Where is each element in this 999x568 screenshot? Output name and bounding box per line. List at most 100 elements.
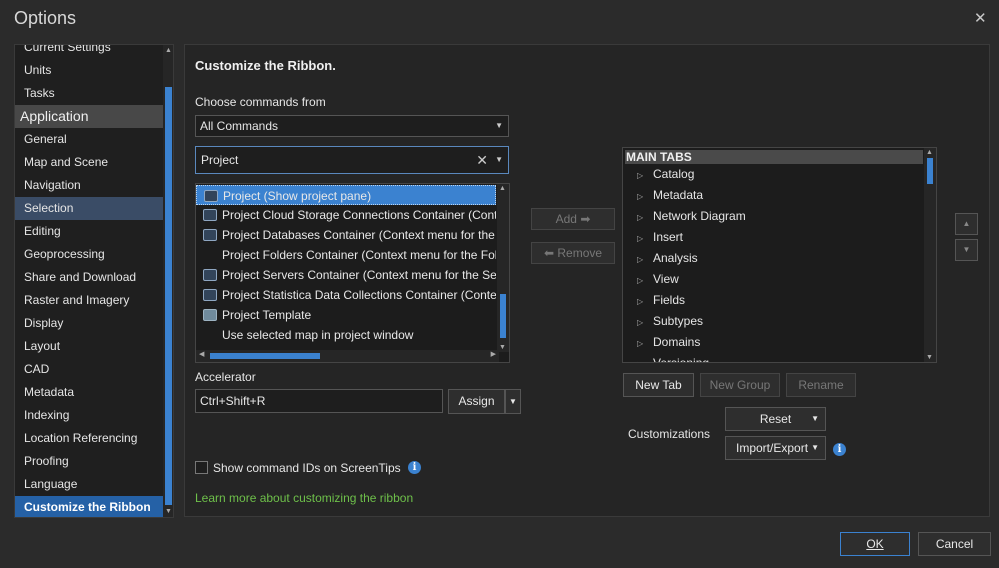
- cancel-button[interactable]: Cancel: [918, 532, 991, 556]
- scroll-up-icon[interactable]: ▲: [926, 149, 933, 156]
- tab-tree-item[interactable]: ▷ Catalog: [637, 164, 694, 185]
- move-up-button[interactable]: ▲: [955, 213, 978, 235]
- blank-icon: [203, 329, 217, 341]
- learn-more-link[interactable]: Learn more about customizing the ribbon: [195, 491, 413, 505]
- add-button[interactable]: Add ➡: [531, 208, 615, 230]
- tab-tree-item[interactable]: ▷ Analysis: [637, 248, 698, 269]
- rename-button[interactable]: Rename: [786, 373, 856, 397]
- expand-arrow-icon[interactable]: ▷: [637, 186, 653, 207]
- commands-vertical-scrollbar[interactable]: ▲ ▼: [497, 184, 509, 352]
- nav-item[interactable]: Share and Download: [15, 266, 163, 289]
- nav-item[interactable]: Proofing: [15, 450, 163, 473]
- command-item[interactable]: Project Statistica Data Collections Cont…: [196, 285, 496, 305]
- nav-item[interactable]: Selection: [15, 197, 163, 220]
- assign-button[interactable]: Assign: [448, 389, 505, 414]
- tab-tree-item[interactable]: ▷ Fields: [637, 290, 685, 311]
- commands-scroll-thumb[interactable]: [500, 294, 506, 338]
- nav-item[interactable]: General: [15, 128, 163, 151]
- commands-list: Project (Show project pane) Project Cloud…: [195, 183, 510, 363]
- command-item[interactable]: Project Folders Container (Context menu …: [196, 245, 496, 265]
- nav-scroll-thumb[interactable]: [165, 87, 172, 505]
- choose-commands-value: All Commands: [200, 119, 279, 133]
- scroll-down-icon[interactable]: ▼: [926, 354, 933, 361]
- import-export-button[interactable]: Import/Export ▼: [725, 436, 826, 460]
- command-item[interactable]: Project Template: [196, 305, 496, 325]
- move-down-button[interactable]: ▼: [955, 239, 978, 261]
- tab-tree-item[interactable]: ▷ Subtypes: [637, 311, 703, 332]
- expand-arrow-icon[interactable]: ▷: [637, 270, 653, 291]
- window-title: Options: [14, 8, 77, 28]
- close-icon[interactable]: ✕: [974, 9, 987, 27]
- commands-hscroll-thumb[interactable]: [210, 353, 320, 359]
- options-nav: Current Settings Units Tasks Application Gen…: [14, 44, 174, 518]
- tabs-scroll-thumb[interactable]: [927, 158, 933, 184]
- scroll-down-icon[interactable]: ▼: [165, 508, 172, 515]
- nav-item[interactable]: Customize the Ribbon: [15, 496, 163, 517]
- command-item[interactable]: Project Servers Container (Context menu …: [196, 265, 496, 285]
- nav-scrollbar[interactable]: ▲ ▼: [163, 45, 173, 517]
- info-icon[interactable]: i: [833, 443, 846, 456]
- assign-dropdown-button[interactable]: ▼: [505, 389, 521, 414]
- ok-button[interactable]: OK: [840, 532, 910, 556]
- nav-item[interactable]: Language: [15, 473, 163, 496]
- nav-item[interactable]: Raster and Imagery: [15, 289, 163, 312]
- command-label: Project Folders Container (Context menu …: [222, 248, 496, 262]
- expand-arrow-icon[interactable]: ▷: [637, 228, 653, 249]
- expand-arrow-icon[interactable]: ▷: [637, 207, 653, 228]
- nav-item[interactable]: Geoprocessing: [15, 243, 163, 266]
- nav-item[interactable]: Tasks: [15, 82, 163, 105]
- clear-search-icon[interactable]: ✕: [476, 147, 488, 173]
- nav-item[interactable]: Units: [15, 59, 163, 82]
- new-group-button[interactable]: New Group: [700, 373, 780, 397]
- command-item[interactable]: Project (Show project pane): [196, 185, 496, 205]
- remove-button[interactable]: ⬅ Remove: [531, 242, 615, 264]
- tab-tree-item[interactable]: ▷ View: [637, 269, 679, 290]
- nav-item[interactable]: Current Settings: [15, 45, 163, 59]
- info-icon[interactable]: i: [408, 461, 421, 474]
- tab-tree-item[interactable]: ▷ Insert: [637, 227, 683, 248]
- chevron-down-icon[interactable]: ▼: [495, 147, 503, 173]
- scroll-up-icon[interactable]: ▲: [165, 47, 172, 54]
- command-item[interactable]: Use selected map in project window: [196, 325, 496, 345]
- nav-item[interactable]: Map and Scene: [15, 151, 163, 174]
- screentips-checkbox[interactable]: [195, 461, 208, 474]
- expand-arrow-icon[interactable]: ▷: [637, 291, 653, 312]
- command-item[interactable]: Project Cloud Storage Connections Contai…: [196, 205, 496, 225]
- command-item[interactable]: Project Databases Container (Context men…: [196, 225, 496, 245]
- choose-commands-dropdown[interactable]: All Commands ▼: [195, 115, 509, 137]
- expand-arrow-icon[interactable]: ▷: [637, 354, 653, 362]
- nav-item[interactable]: Layout: [15, 335, 163, 358]
- new-tab-button[interactable]: New Tab: [623, 373, 694, 397]
- expand-arrow-icon[interactable]: ▷: [637, 333, 653, 354]
- nav-item[interactable]: CAD: [15, 358, 163, 381]
- expand-arrow-icon[interactable]: ▷: [637, 249, 653, 270]
- command-search-input[interactable]: Project ✕ ▼: [195, 146, 509, 174]
- arrow-up-icon: ▲: [962, 219, 971, 228]
- tab-tree-item[interactable]: ▷Versioning: [637, 353, 709, 362]
- nav-item[interactable]: Display: [15, 312, 163, 335]
- nav-item[interactable]: Navigation: [15, 174, 163, 197]
- scroll-up-icon[interactable]: ▲: [499, 185, 506, 192]
- tab-tree-item[interactable]: ▷ Metadata: [637, 185, 703, 206]
- tab-label: Fields: [653, 293, 686, 307]
- scroll-right-icon[interactable]: ▶: [491, 350, 496, 358]
- expand-arrow-icon[interactable]: ▷: [637, 312, 653, 333]
- tab-tree-item[interactable]: ▷ Domains: [637, 332, 700, 353]
- scroll-left-icon[interactable]: ◀: [199, 350, 204, 358]
- nav-item[interactable]: Indexing: [15, 404, 163, 427]
- accelerator-label: Accelerator: [195, 370, 256, 384]
- tab-label: Network Diagram: [653, 209, 746, 223]
- statistica-icon: [203, 289, 217, 301]
- commands-horizontal-scrollbar[interactable]: ◀ ▶: [196, 350, 499, 362]
- accelerator-input[interactable]: Ctrl+Shift+R: [195, 389, 443, 413]
- nav-item[interactable]: Editing: [15, 220, 163, 243]
- tabs-scrollbar[interactable]: ▲ ▼: [924, 148, 936, 362]
- expand-arrow-icon[interactable]: ▷: [637, 165, 653, 186]
- nav-list: Current Settings Units Tasks Application Gen…: [15, 45, 163, 517]
- tab-tree-item[interactable]: ▷ Network Diagram: [637, 206, 746, 227]
- reset-button[interactable]: Reset ▼: [725, 407, 826, 431]
- tab-label: Catalog: [653, 167, 695, 181]
- nav-item[interactable]: Location Referencing: [15, 427, 163, 450]
- nav-item[interactable]: Metadata: [15, 381, 163, 404]
- scroll-down-icon[interactable]: ▼: [499, 344, 506, 351]
